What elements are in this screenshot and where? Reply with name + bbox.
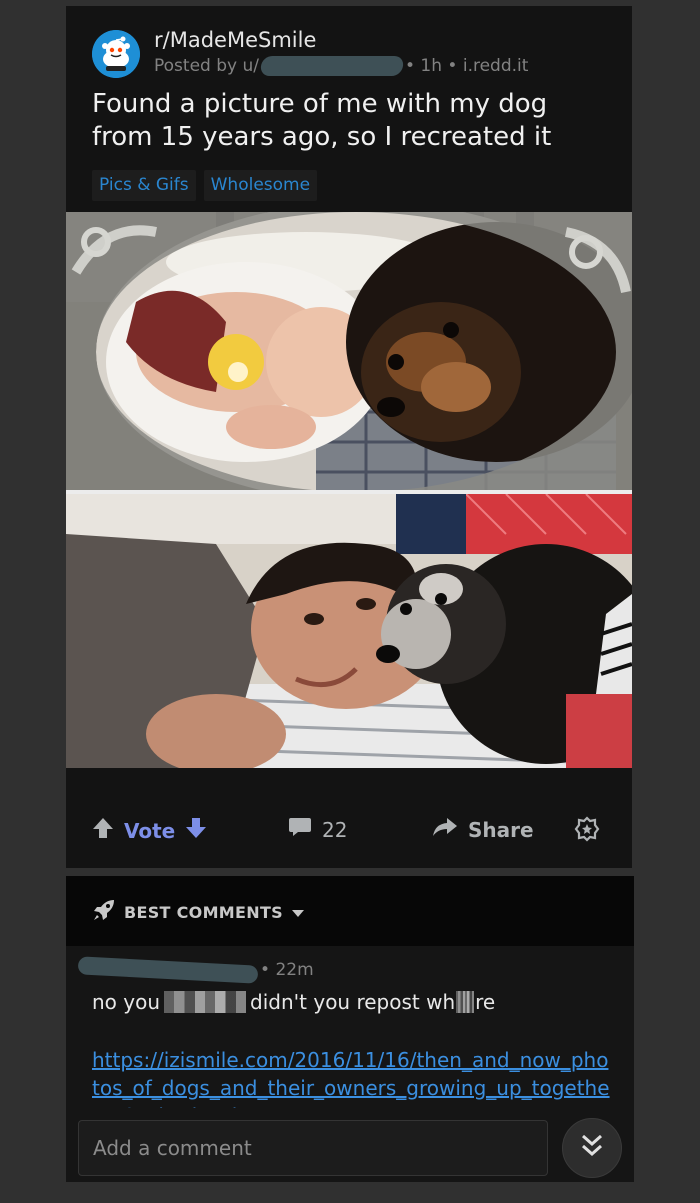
- post-action-bar: Vote 22 Share: [66, 806, 632, 854]
- flair-list: Pics & Gifs Wholesome: [92, 170, 318, 201]
- snoo-icon: [92, 30, 140, 78]
- share-arrow-icon: [432, 816, 458, 843]
- comment-sort-control[interactable]: BEST COMMENTS: [92, 898, 305, 926]
- caret-down-icon: [291, 903, 305, 922]
- post-header: r/MadeMeSmile Posted by u/ • 1h • i.redd…: [92, 28, 612, 80]
- meta-separator: •: [447, 56, 458, 76]
- comment-text-part1: no you: [92, 990, 161, 1014]
- award-button[interactable]: [574, 816, 600, 847]
- comment-link[interactable]: https://izismile.com/2016/11/16/then_and…: [92, 1046, 612, 1108]
- downvote-icon[interactable]: [185, 816, 207, 845]
- comment-text-part2: didn't you repost wh: [250, 990, 456, 1014]
- redacted-username: [259, 56, 405, 76]
- post-card: r/MadeMeSmile Posted by u/ • 1h • i.redd…: [66, 6, 632, 868]
- vote-label: Vote: [124, 818, 176, 843]
- comment-count: 22: [322, 817, 348, 842]
- subreddit-name[interactable]: r/MadeMeSmile: [154, 28, 316, 52]
- comment-text-part3: re: [475, 990, 496, 1014]
- man-with-old-dog-photo: [66, 494, 632, 768]
- flair-pics-gifs[interactable]: Pics & Gifs: [92, 170, 196, 201]
- comment-meta: • 22m: [77, 956, 314, 984]
- comment-sort-bar[interactable]: BEST COMMENTS: [66, 876, 634, 946]
- award-icon: [574, 816, 600, 847]
- comment-age: 22m: [275, 960, 314, 980]
- comments-button[interactable]: 22: [288, 816, 347, 843]
- posted-by-label: Posted by u/: [154, 56, 259, 76]
- censored-letter: [456, 991, 475, 1013]
- meta-separator: •: [404, 56, 416, 76]
- share-button[interactable]: Share: [432, 816, 534, 843]
- comments-section: BEST COMMENTS • 22m no you didn't you re…: [66, 876, 634, 1182]
- comment-body: no you didn't you repost wh re: [92, 990, 495, 1014]
- post-meta: Posted by u/ • 1h • i.redd.it: [154, 56, 528, 76]
- meta-separator: •: [260, 960, 271, 980]
- comment-bubble-icon: [288, 816, 312, 843]
- vote-group: Vote: [92, 816, 207, 845]
- flair-wholesome[interactable]: Wholesome: [203, 170, 318, 201]
- rocket-icon: [92, 898, 116, 926]
- share-label: Share: [468, 817, 534, 842]
- redacted-commenter: [77, 956, 259, 984]
- censored-word: [164, 991, 247, 1013]
- baby-with-puppy-photo: [66, 212, 632, 490]
- jump-to-next-button[interactable]: [562, 1118, 622, 1178]
- post-title[interactable]: Found a picture of me with my dog from 1…: [92, 88, 612, 154]
- subreddit-avatar[interactable]: [92, 30, 140, 78]
- post-age: 1h: [420, 56, 443, 76]
- sort-label: BEST COMMENTS: [124, 902, 283, 922]
- add-comment-input[interactable]: [78, 1120, 548, 1176]
- double-chevron-down-icon: [580, 1133, 604, 1163]
- upvote-icon[interactable]: [92, 816, 114, 845]
- post-domain[interactable]: i.redd.it: [463, 56, 529, 76]
- post-image-then[interactable]: [66, 212, 632, 490]
- add-comment-row: [78, 1118, 624, 1180]
- post-image-now[interactable]: [66, 494, 632, 768]
